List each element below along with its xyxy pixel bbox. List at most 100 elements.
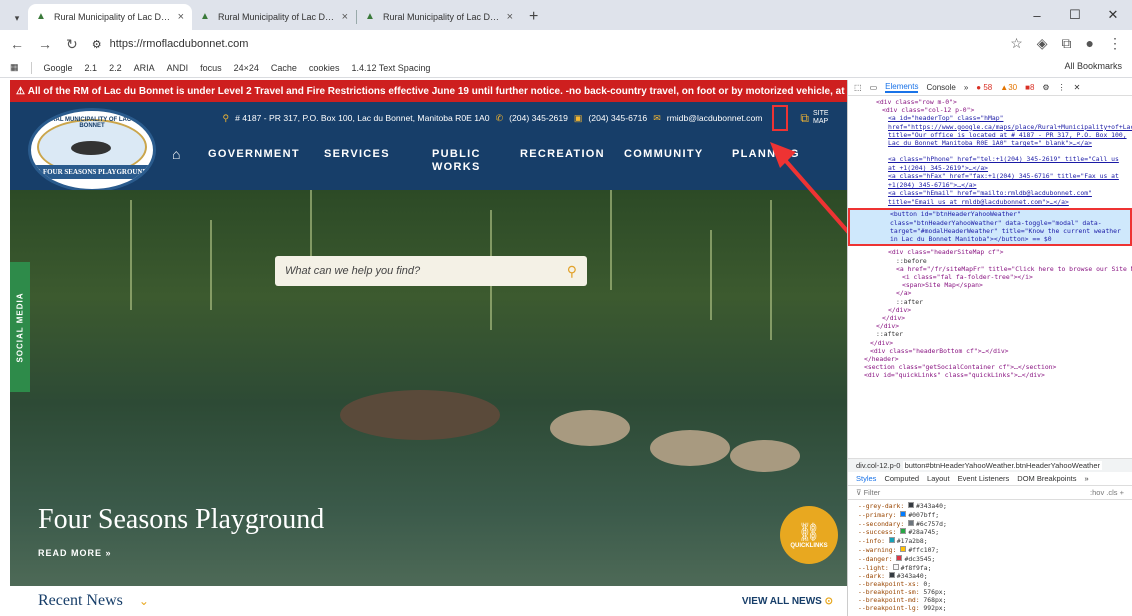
dom-node[interactable]: </div>: [848, 306, 1132, 314]
dom-node[interactable]: ::after: [848, 298, 1132, 306]
close-window-icon[interactable]: ✕: [1094, 7, 1132, 23]
bookmark-item[interactable]: 2.1: [85, 63, 98, 73]
color-swatch[interactable]: [908, 519, 915, 526]
css-variable-row[interactable]: --info: #17a2b8;: [858, 537, 1122, 546]
issue-count[interactable]: ■8: [1025, 83, 1034, 92]
url-text[interactable]: https://rmoflacdubonnet.com: [110, 38, 249, 50]
read-more-link[interactable]: READ MORE »: [38, 548, 112, 558]
sitemap-link[interactable]: ⧉ SITE MAP: [800, 110, 835, 126]
fax-link[interactable]: (204) 345-6716: [588, 113, 647, 123]
bookmark-item[interactable]: Google: [44, 63, 73, 73]
nav-item-community[interactable]: COMMUNITY: [624, 148, 704, 161]
social-media-tab[interactable]: SOCIAL MEDIA: [10, 262, 30, 392]
bookmark-star-icon[interactable]: ☆: [1010, 35, 1023, 52]
css-variable-row[interactable]: --light: #f8f9fa;: [858, 563, 1122, 573]
selected-dom-node[interactable]: <button id="btnHeaderYahooWeather" class…: [848, 208, 1132, 247]
browser-tab[interactable]: ▲ Rural Municipality of Lac Du Bo ×: [357, 4, 521, 30]
dom-node[interactable]: <a href="/fr/siteMapFr" title="Click her…: [848, 265, 1132, 273]
color-swatch[interactable]: [888, 537, 895, 544]
minimize-icon[interactable]: –: [1018, 8, 1056, 23]
all-bookmarks-button[interactable]: All Bookmarks: [1064, 61, 1122, 71]
tab-event-listeners[interactable]: Event Listeners: [958, 474, 1010, 483]
filter-controls[interactable]: :hov .cls +: [1090, 488, 1124, 497]
extensions-puzzle-icon[interactable]: ⧉: [1062, 35, 1072, 52]
color-swatch[interactable]: [900, 510, 907, 517]
color-swatch[interactable]: [892, 563, 899, 570]
browser-tab[interactable]: ▲ Rural Municipality of Lac Du Bo ×: [192, 4, 356, 30]
tab-layout[interactable]: Layout: [927, 474, 950, 483]
browser-tab[interactable]: ▲ Rural Municipality of Lac Du Bo ×: [28, 4, 192, 30]
dom-node[interactable]: </div>: [848, 339, 1132, 347]
tab-search-chevron-icon[interactable]: ▾: [6, 6, 28, 30]
css-variable-row[interactable]: --breakpoint-lg: 992px;: [858, 605, 1122, 613]
warning-count[interactable]: ▲30: [1000, 83, 1017, 92]
dom-node[interactable]: </header>: [848, 355, 1132, 363]
extension-icon[interactable]: ◈: [1037, 35, 1048, 52]
menu-kebab-icon[interactable]: ⋮: [1108, 35, 1122, 52]
bookmark-item[interactable]: focus: [200, 63, 222, 73]
color-swatch[interactable]: [888, 572, 895, 579]
dom-node[interactable]: </div>: [848, 322, 1132, 330]
municipality-logo[interactable]: RURAL MUNICIPALITY OF LAC DU BONNET A FO…: [28, 108, 156, 192]
weather-button[interactable]: [772, 105, 789, 131]
new-tab-button[interactable]: +: [521, 8, 546, 30]
site-search-input[interactable]: What can we help you find? ⚲: [275, 256, 587, 286]
dom-node[interactable]: ::after: [848, 330, 1132, 338]
dom-node[interactable]: <a id="headerTop" class="hMap" href="htt…: [848, 114, 1132, 155]
nav-item-planning[interactable]: PLANNING: [732, 148, 800, 161]
close-tab-icon[interactable]: ×: [178, 11, 184, 23]
forward-icon[interactable]: →: [38, 36, 52, 52]
dom-node[interactable]: <div class="headerBottom cf">…</div>: [848, 347, 1132, 355]
dom-node[interactable]: <div class="headerSiteMap cf">: [848, 248, 1132, 256]
profile-avatar-icon[interactable]: ●: [1086, 35, 1094, 52]
settings-gear-icon[interactable]: ⚙: [1042, 83, 1049, 92]
devtools-menu-icon[interactable]: ⋮: [1058, 83, 1066, 92]
tab-elements[interactable]: Elements: [885, 82, 919, 93]
nav-item-recreation[interactable]: RECREATION: [520, 148, 605, 161]
css-variable-row[interactable]: --breakpoint-md: 768px;: [858, 597, 1122, 605]
apps-grid-icon[interactable]: ▦: [10, 62, 19, 73]
view-all-news-link[interactable]: VIEW ALL NEWS ⊙: [742, 596, 833, 607]
tab-computed[interactable]: Computed: [884, 474, 919, 483]
breadcrumb-item[interactable]: div.col-12.p-0: [856, 461, 900, 470]
bookmark-item[interactable]: 24×24: [234, 63, 259, 73]
back-icon[interactable]: ←: [10, 36, 24, 52]
dom-node[interactable]: <section class="getSocialContainer cf">……: [848, 363, 1132, 371]
css-variable-row[interactable]: --warning: #ffc107;: [858, 545, 1122, 555]
reload-icon[interactable]: ↻: [66, 36, 78, 53]
bookmark-item[interactable]: ANDI: [167, 63, 189, 73]
dom-node[interactable]: </a>: [848, 289, 1132, 297]
css-variable-row[interactable]: --success: #28a745;: [858, 528, 1122, 537]
close-tab-icon[interactable]: ×: [342, 11, 348, 23]
bookmark-item[interactable]: 1.4.12 Text Spacing: [351, 63, 430, 73]
tab-styles[interactable]: Styles: [856, 474, 876, 483]
bookmark-item[interactable]: 2.2: [109, 63, 122, 73]
styles-filter-input[interactable]: ⊽ Filter :hov .cls +: [848, 486, 1132, 500]
breadcrumb-item-active[interactable]: button#btnHeaderYahooWeather.btnHeaderYa…: [902, 461, 1102, 470]
dom-node[interactable]: <span>Site Map</span>: [848, 281, 1132, 289]
css-variable-row[interactable]: --primary: #007bff;: [858, 510, 1122, 520]
color-swatch[interactable]: [900, 528, 907, 535]
tab-console[interactable]: Console: [926, 83, 955, 92]
css-variable-row[interactable]: --breakpoint-xs: 0;: [858, 581, 1122, 589]
dom-node[interactable]: <div class="row m-0">: [848, 98, 1132, 106]
nav-item-public-works[interactable]: PUBLIC WORKS: [432, 148, 492, 174]
device-toolbar-icon[interactable]: ▭: [870, 83, 878, 92]
bookmark-item[interactable]: Cache: [271, 63, 297, 73]
site-info-icon[interactable]: ⚙: [92, 38, 102, 51]
search-icon[interactable]: ⚲: [567, 263, 577, 280]
error-count[interactable]: ● 58: [976, 83, 992, 92]
inspect-element-icon[interactable]: ⬚: [854, 83, 862, 92]
dom-node[interactable]: </div>: [848, 314, 1132, 322]
tab-more[interactable]: »: [964, 83, 968, 92]
maximize-icon[interactable]: ☐: [1056, 7, 1094, 23]
tab-dom-breakpoints[interactable]: DOM Breakpoints: [1017, 474, 1076, 483]
dom-node[interactable]: <a class="hPhone" href="tel:+1(204) 345-…: [848, 155, 1132, 172]
alert-banner[interactable]: ⚠ All of the RM of Lac du Bonnet is unde…: [10, 80, 847, 102]
bookmark-item[interactable]: ARIA: [134, 63, 155, 73]
css-variable-row[interactable]: --grey-dark: #343a40;: [858, 502, 1122, 511]
dom-node[interactable]: ::before: [848, 257, 1132, 265]
bookmark-item[interactable]: cookies: [309, 63, 340, 73]
color-swatch[interactable]: [900, 545, 907, 552]
nav-item-government[interactable]: GOVERNMENT: [208, 148, 300, 161]
